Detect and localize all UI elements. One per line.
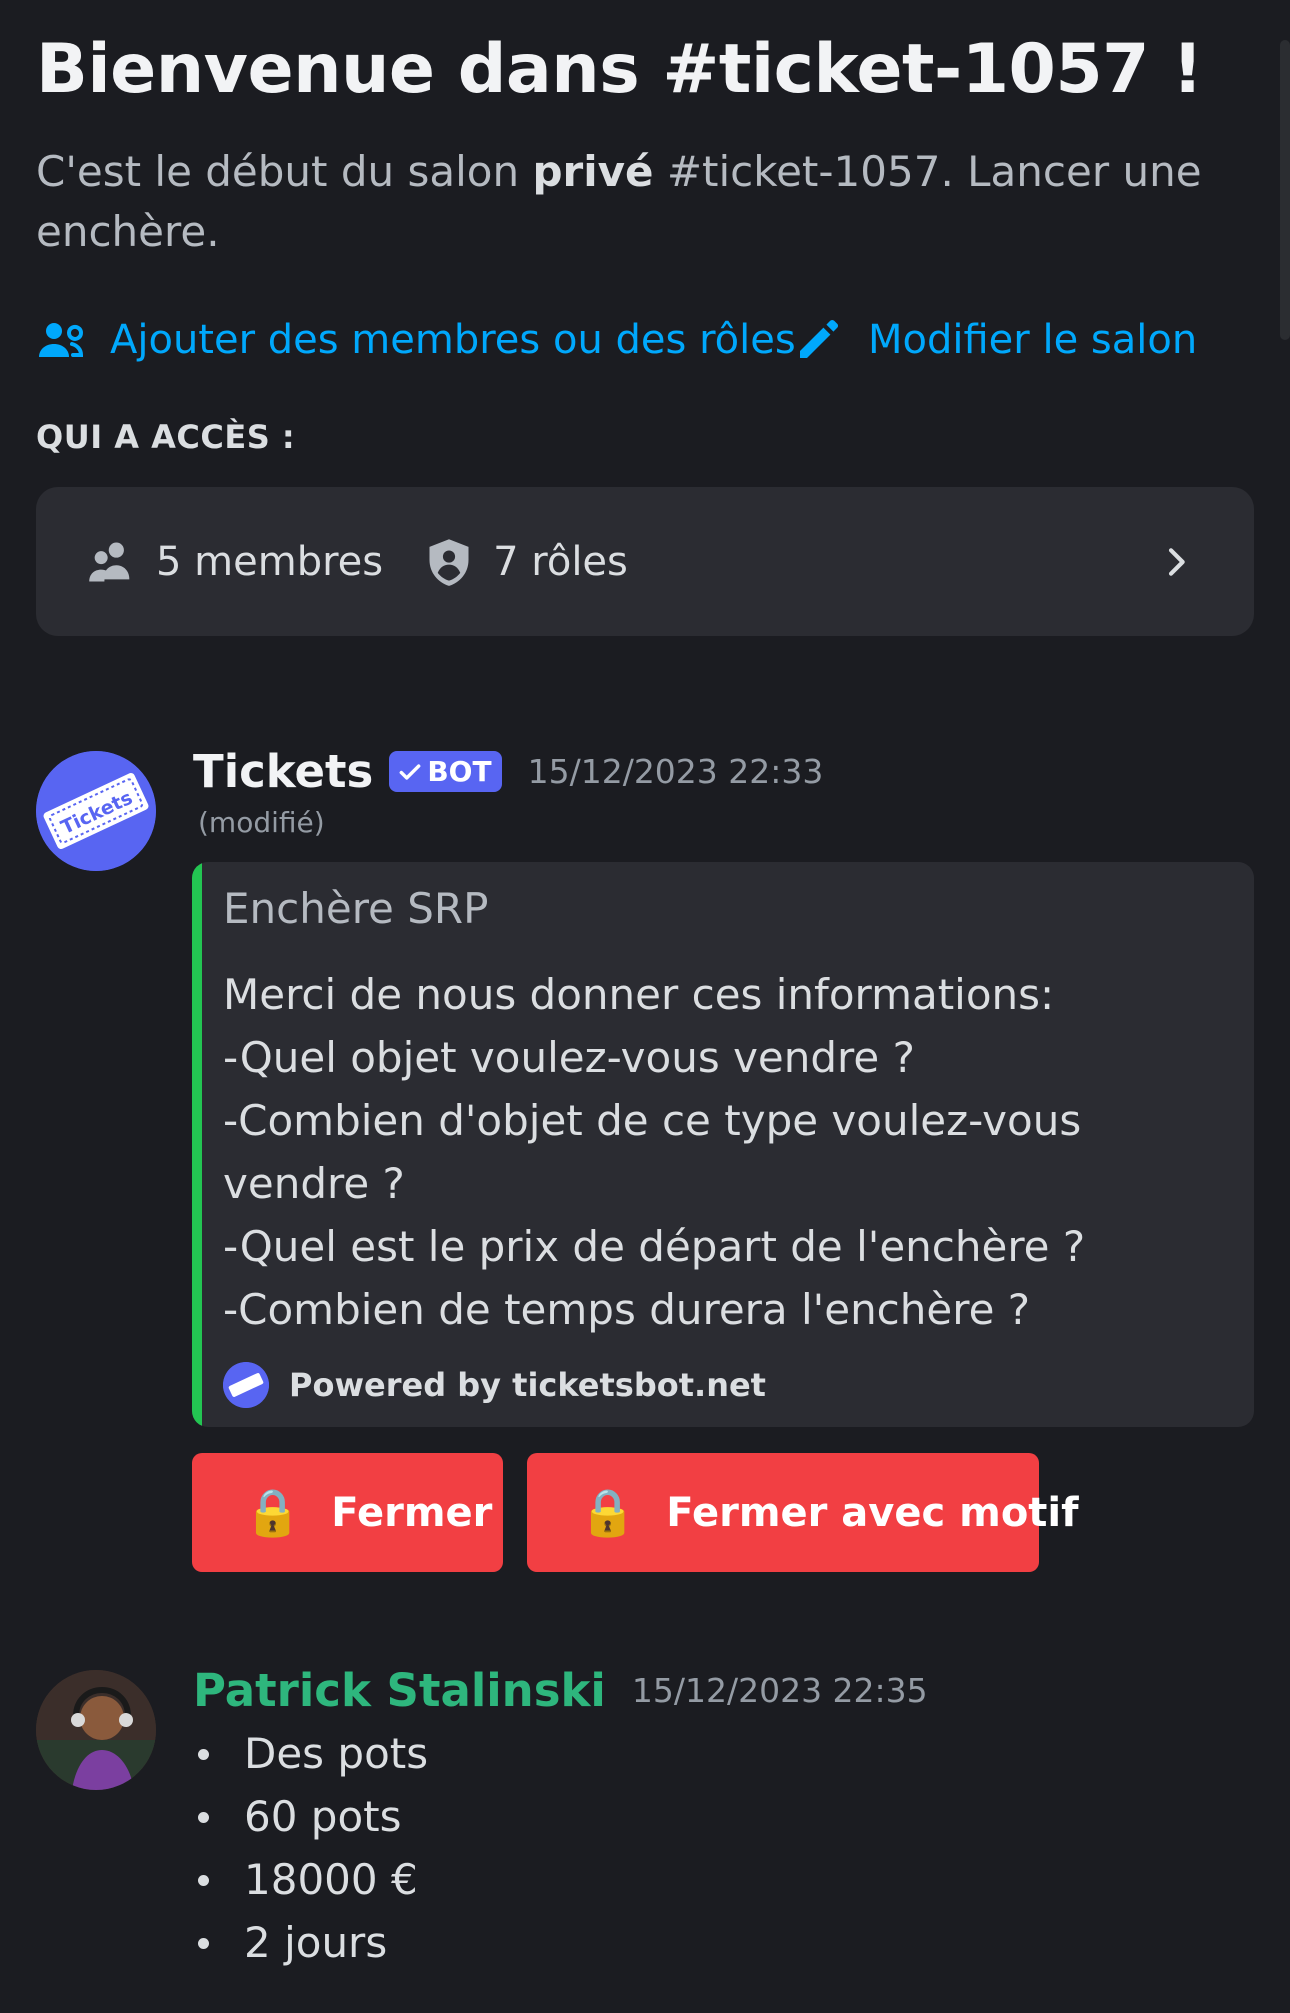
edit-channel-label: Modifier le salon (868, 317, 1198, 363)
list-item: Des pots (192, 1722, 428, 1785)
bot-badge: BOT (389, 751, 502, 792)
embed-line: -Combien de temps durera l'enchère ? (223, 1285, 1031, 1334)
avatar[interactable]: Tickets (36, 751, 156, 871)
people-icon (89, 542, 130, 581)
access-heading: QUI A ACCÈS : (36, 418, 296, 456)
user-username[interactable]: Patrick Stalinski (193, 1664, 606, 1717)
list-item: 2 jours (192, 1911, 428, 1974)
user-avatar-image (36, 1670, 156, 1790)
check-icon (399, 763, 421, 780)
bot-message-header: Tickets BOT 15/12/2023 22:33 (193, 745, 823, 798)
shield-icon (429, 538, 469, 586)
description-private: privé (532, 147, 654, 196)
bot-username[interactable]: Tickets (193, 745, 373, 798)
scrollbar[interactable] (1280, 40, 1290, 340)
close-with-reason-label: Fermer avec motif (666, 1489, 1079, 1536)
members-count: 5 membres (86, 536, 383, 588)
embed-footer-text: Powered by ticketsbot.net (289, 1366, 766, 1404)
message-bullet-list: Des pots 60 pots 18000 € 2 jours (192, 1722, 428, 1974)
footer-logo-icon (223, 1362, 269, 1408)
message-timestamp: 15/12/2023 22:33 (527, 752, 824, 791)
edit-channel-button[interactable]: Modifier le salon (794, 310, 1197, 370)
tickets-bot-logo: Tickets (36, 751, 156, 871)
close-with-reason-button[interactable]: 🔒 Fermer avec motif (527, 1453, 1079, 1572)
embed-footer: Powered by ticketsbot.net (223, 1362, 766, 1408)
add-user-icon (39, 323, 84, 357)
roles-count: 7 rôles (423, 536, 628, 588)
embed-accent-bar (192, 862, 202, 1427)
lock-icon: 🔒 (244, 1485, 302, 1539)
bot-badge-label: BOT (427, 755, 492, 788)
embed-line: Merci de nous donner ces informations: (223, 970, 1055, 1019)
embed-line: -Quel est le prix de départ de l'enchère… (223, 1222, 1086, 1271)
close-ticket-label: Fermer (331, 1489, 493, 1536)
user-message-header: Patrick Stalinski 15/12/2023 22:35 (193, 1664, 928, 1717)
roles-label: 7 rôles (493, 538, 628, 585)
page-title: Bienvenue dans #ticket-1057 ! (36, 30, 1203, 109)
list-item: 60 pots (192, 1785, 428, 1848)
chevron-right-icon (1168, 547, 1185, 576)
embed-description: Merci de nous donner ces informations: -… (223, 963, 1223, 1341)
access-card[interactable]: 5 membres 7 rôles (36, 487, 1254, 636)
pencil-icon (800, 319, 839, 358)
add-members-label: Ajouter des membres ou des rôles (110, 317, 796, 363)
list-item: 18000 € (192, 1848, 428, 1911)
channel-description: C'est le début du salon privé #ticket-10… (36, 142, 1216, 262)
add-members-button[interactable]: Ajouter des membres ou des rôles (36, 310, 796, 370)
members-label: 5 membres (156, 538, 384, 585)
embed-line: -Quel objet voulez-vous vendre ? (223, 1033, 915, 1082)
embed-card: Enchère SRP Merci de nous donner ces inf… (192, 862, 1254, 1427)
embed-title: Enchère SRP (223, 884, 489, 933)
edited-label: (modifié) (198, 806, 325, 839)
close-ticket-button[interactable]: 🔒 Fermer (192, 1453, 503, 1572)
avatar[interactable] (36, 1670, 156, 1790)
message-timestamp: 15/12/2023 22:35 (631, 1671, 928, 1710)
lock-icon: 🔒 (579, 1485, 637, 1539)
description-text: C'est le début du salon (36, 147, 533, 196)
embed-line: -Combien d'objet de ce type voulez-vous … (223, 1096, 1082, 1208)
